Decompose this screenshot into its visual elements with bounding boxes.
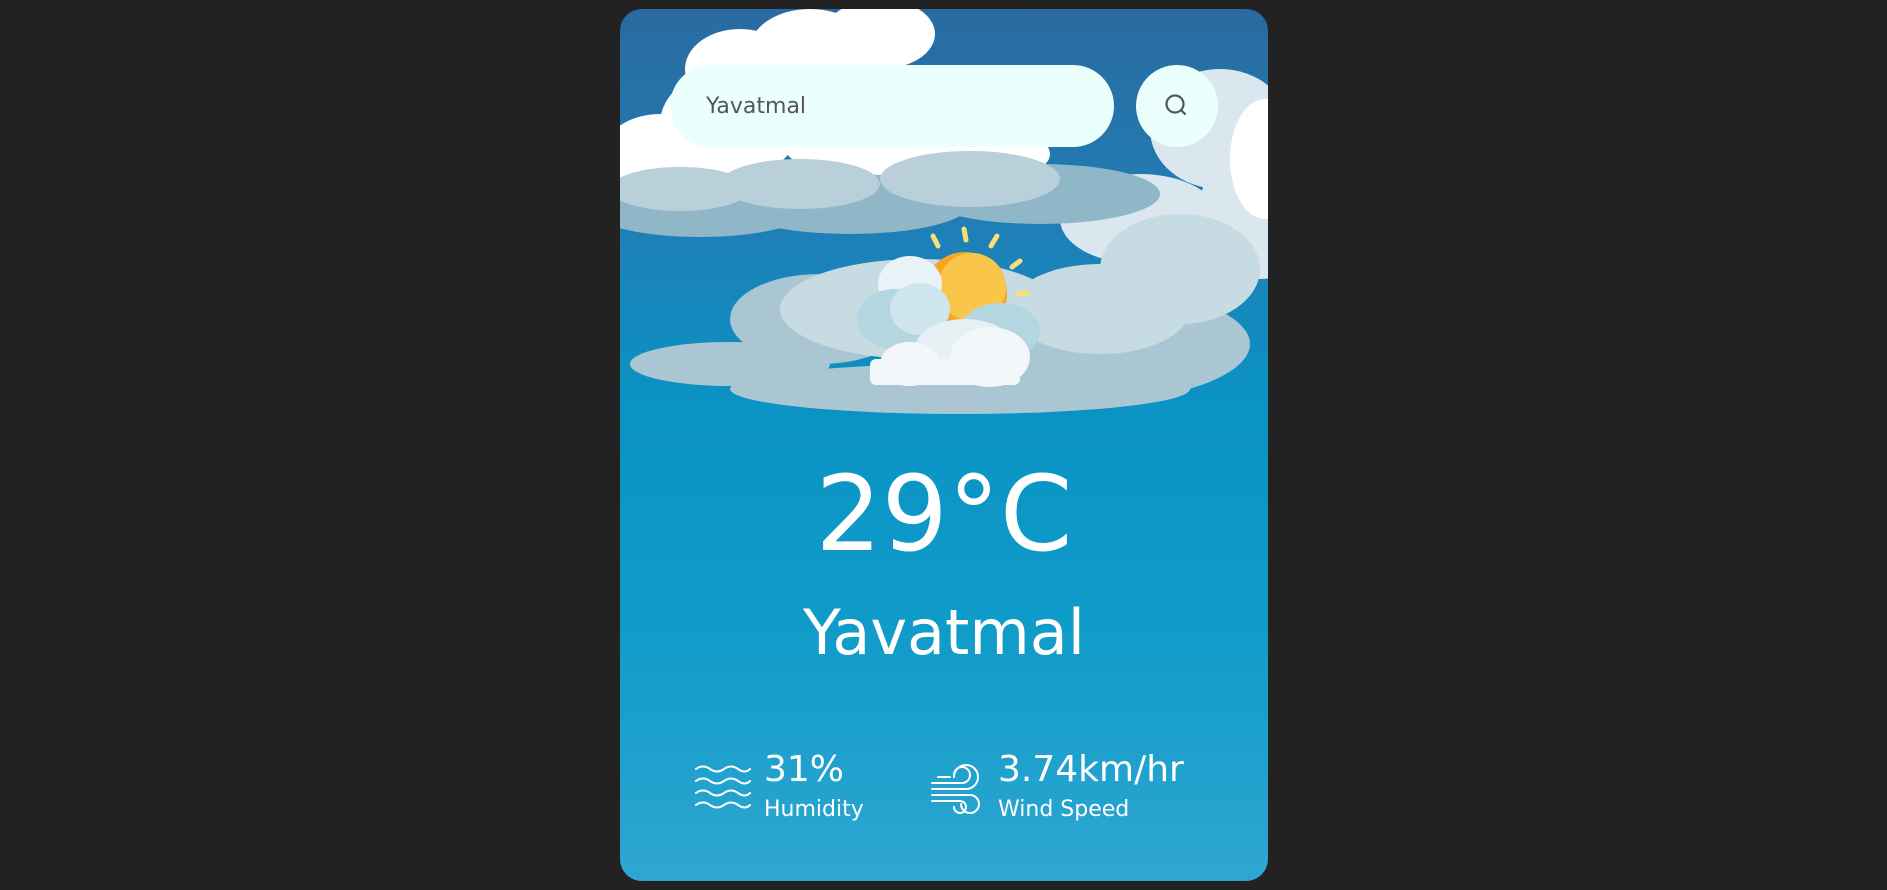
- wind-label: Wind Speed: [998, 797, 1130, 822]
- humidity-waves-icon: [695, 765, 751, 809]
- wind-value: 3.74km/hr: [998, 749, 1184, 790]
- humidity-value: 31%: [764, 749, 845, 790]
- sun-behind-clouds-icon: [857, 226, 1040, 387]
- wind-detail: 3.74km/hr Wind Speed: [928, 747, 1184, 825]
- search-input[interactable]: [704, 92, 1088, 120]
- weather-card: 29°C Yavatmal 31% Humidity: [620, 9, 1268, 881]
- search-button[interactable]: [1136, 65, 1218, 147]
- temperature-value: 29°C: [815, 453, 1073, 575]
- city-name: Yavatmal: [803, 596, 1085, 669]
- humidity-label: Humidity: [764, 797, 864, 822]
- humidity-text: 31% Humidity: [764, 747, 864, 825]
- wind-text: 3.74km/hr Wind Speed: [998, 747, 1184, 825]
- search-icon: [1165, 94, 1187, 116]
- wind-icon: [931, 764, 980, 814]
- search-bar: [670, 65, 1114, 147]
- humidity-detail: 31% Humidity: [694, 747, 864, 825]
